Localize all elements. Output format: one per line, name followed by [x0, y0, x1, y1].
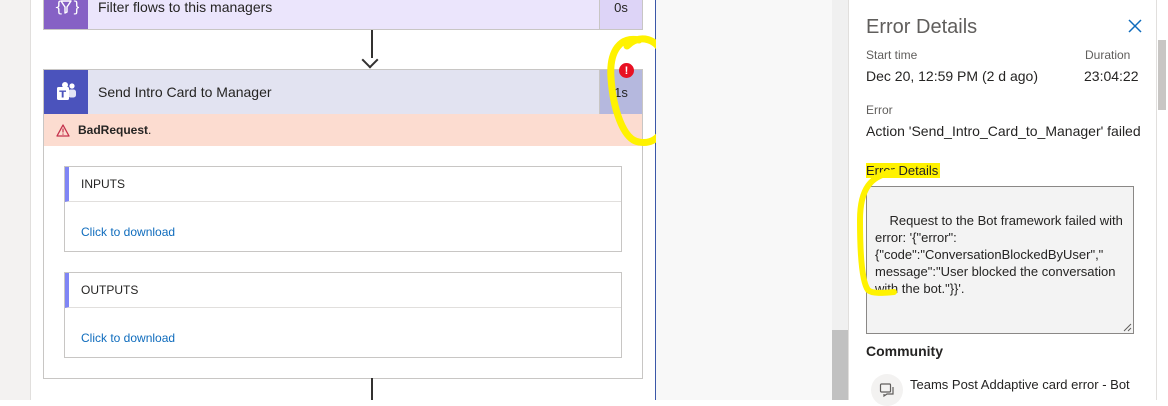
- warning-icon: [56, 123, 70, 137]
- canvas-left-gutter: [0, 0, 30, 400]
- send-intro-card-header[interactable]: T Send Intro Card to Manager 1s !: [44, 63, 642, 114]
- send-intro-card-title: Send Intro Card to Manager: [98, 84, 272, 100]
- send-intro-card-duration: 1s: [599, 70, 642, 114]
- filter-action-header[interactable]: { } Filter flows to this managers 0s: [44, 0, 642, 29]
- canvas-scrollbar-thumb[interactable]: [832, 330, 848, 400]
- outputs-section: OUTPUTS Click to download: [64, 272, 622, 358]
- duration-value: 23:04:22: [1084, 68, 1139, 84]
- error-label: Error: [866, 103, 893, 117]
- duration-label: Duration: [1085, 48, 1131, 62]
- start-time-value: Dec 20, 12:59 PM (2 d ago): [866, 68, 1038, 84]
- filter-braces-icon: { }: [44, 0, 88, 29]
- error-details-label: Error Details: [866, 163, 941, 178]
- error-details-panel: Error Details Start time Dec 20, 12:59 P…: [848, 0, 1157, 406]
- filter-action-card[interactable]: { } Filter flows to this managers 0s: [43, 0, 643, 30]
- inputs-header: INPUTS: [65, 167, 621, 202]
- start-time-label: Start time: [866, 48, 918, 62]
- inputs-section: INPUTS Click to download: [64, 166, 622, 252]
- error-message-suffix: .: [148, 123, 152, 137]
- connector-arrow-head-icon: [361, 51, 379, 69]
- error-banner: BadRequest.: [44, 114, 642, 146]
- error-details-text: Request to the Bot framework failed with…: [875, 213, 1127, 296]
- community-heading: Community: [866, 343, 943, 359]
- panel-title: Error Details: [866, 16, 978, 38]
- flow-canvas: { } Filter flows to this managers 0s T: [30, 0, 673, 400]
- filter-action-title: Filter flows to this managers: [98, 0, 273, 15]
- outputs-download-link[interactable]: Click to download: [81, 331, 175, 345]
- error-details-textarea[interactable]: Request to the Bot framework failed with…: [866, 186, 1134, 334]
- error-badge-icon: !: [619, 63, 634, 78]
- filter-action-duration: 0s: [599, 0, 642, 29]
- error-value: Action 'Send_Intro_Card_to_Manager' fail…: [866, 123, 1141, 139]
- send-intro-card-action[interactable]: T Send Intro Card to Manager 1s ! BadReq…: [43, 63, 643, 379]
- outputs-header: OUTPUTS: [65, 273, 621, 308]
- community-thread-link[interactable]: Teams Post Addaptive card error - Bot: [910, 377, 1138, 392]
- inputs-download-link[interactable]: Click to download: [81, 225, 175, 239]
- connector-arrow-bottom: [371, 378, 373, 400]
- svg-text:T: T: [59, 90, 66, 101]
- chat-bubble-icon: [871, 374, 903, 406]
- error-message: BadRequest: [78, 123, 149, 137]
- canvas-margin: [656, 0, 832, 400]
- panel-scrollbar-thumb[interactable]: [1158, 40, 1166, 110]
- resize-grip-icon[interactable]: [1123, 323, 1132, 332]
- svg-text:}: }: [72, 0, 79, 16]
- teams-icon: T: [44, 70, 88, 114]
- close-icon[interactable]: [1128, 19, 1142, 38]
